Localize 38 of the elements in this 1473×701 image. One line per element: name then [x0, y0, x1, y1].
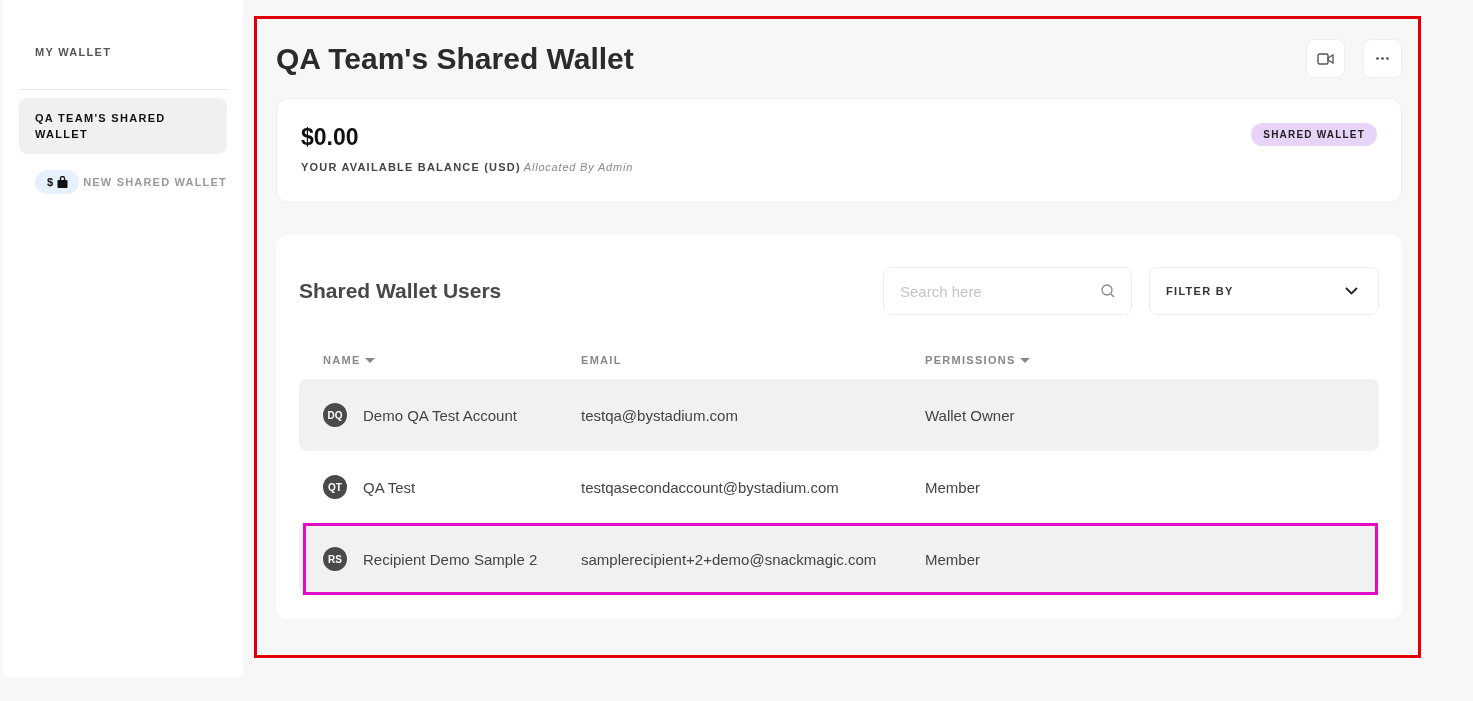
user-name: Demo QA Test Account	[363, 406, 517, 424]
user-avatar: QT	[323, 475, 347, 499]
filter-dropdown[interactable]: FILTER BY	[1149, 267, 1379, 315]
video-button[interactable]	[1306, 39, 1345, 78]
user-permission: Member	[925, 478, 980, 496]
user-email: samplerecipient+2+demo@snackmagic.com	[581, 550, 877, 568]
more-icon	[1376, 57, 1389, 60]
wallet-type-badge: SHARED WALLET	[1251, 123, 1377, 146]
user-row[interactable]: QT QA Test testqasecondaccount@bystadium.com Member	[299, 451, 1379, 523]
user-row[interactable]: RS Recipient Demo Sample 2 samplerecipient+2+demo@snackmagic.com Member	[299, 523, 1379, 595]
page-title: QA Team's Shared Wallet	[276, 41, 634, 76]
user-avatar: RS	[323, 547, 347, 571]
user-name: Recipient Demo Sample 2	[363, 550, 538, 568]
dollar-sign: $	[47, 176, 54, 188]
sort-caret-icon	[1019, 357, 1030, 363]
chevron-down-icon	[1345, 287, 1358, 295]
section-title: Shared Wallet Users	[299, 279, 503, 303]
user-permission: Wallet Owner	[925, 406, 1015, 424]
new-wallet-button[interactable]: $	[35, 170, 80, 194]
balance-amount: $0.00	[301, 123, 360, 151]
user-avatar: DQ	[323, 403, 347, 427]
user-name: QA Test	[363, 478, 416, 496]
column-header: EMAIL	[581, 354, 622, 366]
user-permission: Member	[925, 550, 980, 568]
balance-label: YOUR AVAILABLE BALANCE (USD)	[301, 161, 521, 173]
sidebar-item[interactable]: QA TEAM'S SHARED WALLET	[19, 98, 227, 154]
search-icon	[1101, 284, 1115, 298]
user-email: testqasecondaccount@bystadium.com	[581, 478, 839, 496]
sort-caret-icon	[364, 357, 375, 363]
sidebar-item[interactable]: MY WALLET	[19, 44, 227, 89]
user-email: testqa@bystadium.com	[581, 406, 738, 424]
video-camera-icon	[1317, 52, 1334, 65]
allocation-note: Allocated By Admin	[523, 161, 634, 173]
user-row[interactable]: DQ Demo QA Test Account testqa@bystadium.com Wallet Owner	[299, 379, 1379, 451]
column-header[interactable]: PERMISSIONS	[925, 354, 1030, 366]
column-header[interactable]: NAME	[323, 354, 375, 366]
shopping-bag-icon	[57, 176, 69, 188]
search-field[interactable]: Search here	[883, 267, 1132, 315]
